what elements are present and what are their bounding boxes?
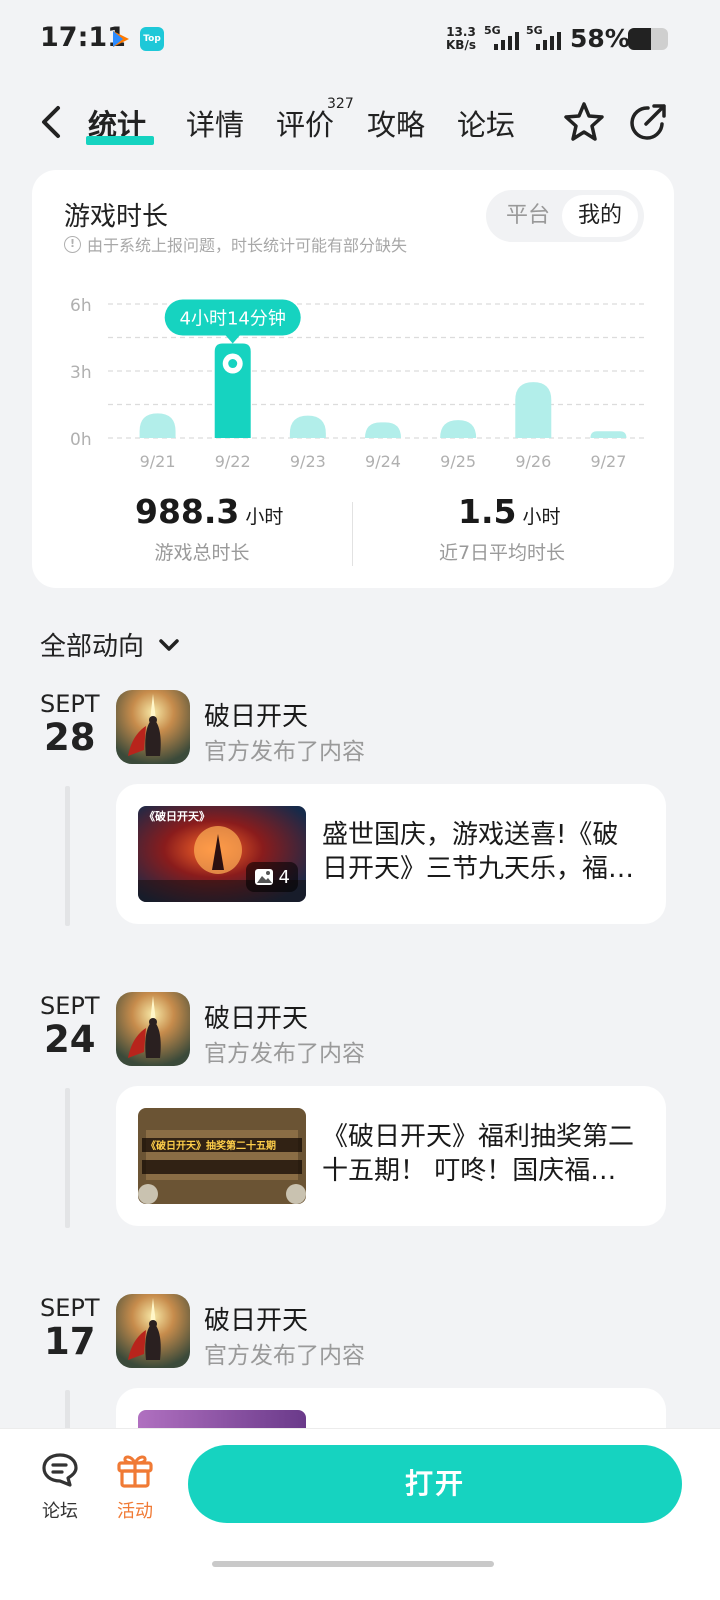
game-avatar[interactable] [116,690,190,764]
game-name[interactable]: 破日开天 [204,1300,308,1337]
post-title: 《破日开天》福利抽奖第二十五期！ 叮咚！国庆福利来袭 [322,1122,635,1186]
feed-date-month: SEPT [40,690,100,718]
timeline-line [65,786,70,926]
activity-button[interactable]: 活动 [105,1451,165,1523]
chart-xtick-label: 9/24 [365,452,401,470]
post-title: 盛世国庆，游戏送喜!《破日开天》三节九天乐，福利狂欢 [322,820,635,884]
share-icon[interactable] [626,100,670,144]
forum-label: 论坛 [42,1501,78,1522]
feed-date-month: SEPT [40,1294,100,1322]
post-thumbnail: 《破日开天》 4 [138,806,306,902]
chart-bar [515,382,552,438]
top-app-icon: Top [140,27,164,51]
chart-xtick-label: 9/22 [215,452,251,470]
chart-ytick-label: 0h [70,430,92,450]
signal-sim1-icon: 5G [484,24,519,50]
chart-xtick-label: 9/21 [140,452,176,470]
tab-active-indicator [86,136,154,145]
total-playtime: 988.3 小时 [135,492,284,531]
feed-filter-dropdown[interactable]: 全部动向 [40,626,182,663]
net-speed: 13.3 KB/s [446,25,476,52]
avg-playtime-label: 近7日平均时长 [438,542,566,564]
image-count-badge: 4 [245,862,298,892]
timeline-line [65,1088,70,1228]
tab-details[interactable]: 详情 [186,102,244,144]
tab-reviews[interactable]: 评价 [276,102,334,144]
activity-label: 活动 [117,1501,153,1522]
post-card[interactable]: 《破日开天》 4 盛世国庆，游戏送喜!《破日开天》三节九天乐，福利狂欢 [116,784,666,924]
tab-forum[interactable]: 论坛 [457,102,515,144]
app-notification-icon [113,31,129,47]
chart-xtick-label: 9/23 [290,452,326,470]
game-name[interactable]: 破日开天 [204,998,308,1035]
chart-xtick-label: 9/27 [590,452,626,470]
tab-guides[interactable]: 攻略 [367,102,425,144]
feed-action: 官方发布了内容 [204,1041,365,1067]
chart-ytick-label: 6h [70,296,92,316]
card-title: 游戏时长 [64,202,169,232]
status-bar: 17:11 Top 13.3 KB/s 5G 5G 58% [0,0,720,80]
svg-text:5G: 5G [526,24,543,37]
chart-xtick-label: 9/25 [440,452,476,470]
playtime-card: 游戏时长 ! 由于系统上报问题，时长统计可能有部分缺失 平台 我的 6h 3h 0h… [32,170,674,588]
back-arrow-icon[interactable] [36,102,68,142]
star-icon[interactable] [562,100,606,144]
post-thumbnail: 《破日开天》抽奖第二十五期 [138,1108,306,1204]
bottom-action-bar: 论坛 活动 打开 [0,1428,720,1600]
feed-action: 官方发布了内容 [204,1343,365,1369]
feed-date-day: 28 [44,716,96,759]
game-avatar[interactable] [116,1294,190,1368]
game-name[interactable]: 破日开天 [204,696,308,733]
svg-text:《破日开天》: 《破日开天》 [144,809,210,823]
forum-button[interactable]: 论坛 [30,1451,90,1523]
chart-tooltip-text: 4小时14分钟 [180,309,286,330]
image-icon [254,869,273,885]
source-segmented-control: 平台 我的 [486,190,644,242]
svg-text:《破日开天》抽奖第二十五期: 《破日开天》抽奖第二十五期 [146,1139,276,1152]
total-playtime-label: 游戏总时长 [154,542,250,564]
chart-highlight-marker-dot [228,359,238,369]
forum-chat-icon [42,1453,78,1487]
battery-icon [628,28,668,50]
chart-bar [440,420,477,438]
stat-divider [352,502,353,566]
battery-percent: 58% [570,24,630,53]
playtime-bar-chart: 6h 3h 0h 9/21 9/22 4小时14分钟 9/23 9/24 9/25 9/26 9/2… [70,296,644,470]
segment-platform[interactable]: 平台 [490,195,566,237]
segment-mine[interactable]: 我的 [562,195,638,237]
chart-bar [365,422,401,438]
top-nav: 统计 详情 评价 327 攻略 论坛 [0,92,720,152]
post-card[interactable]: 《破日开天》抽奖第二十五期 《破日开天》福利抽奖第二十五期！ 叮咚！国庆福利来袭 [116,1086,666,1226]
avg-playtime: 1.5 小时 [458,492,561,531]
chart-tooltip-pointer [225,335,240,344]
info-icon: ! [64,235,81,253]
feed-date-day: 24 [44,1018,96,1061]
chart-bar [289,415,326,438]
gift-icon [117,1455,153,1488]
feed-date-month: SEPT [40,992,100,1020]
feed-date-day: 17 [44,1320,96,1363]
game-avatar[interactable] [116,992,190,1066]
chart-xtick-label: 9/26 [515,452,551,470]
open-game-button[interactable]: 打开 [188,1445,682,1523]
signal-sim2-icon: 5G [526,24,561,50]
reviews-count-badge: 327 [327,96,354,112]
chart-bar [139,413,176,438]
chart-bar [590,431,627,438]
svg-text:5G: 5G [484,24,501,37]
home-indicator[interactable] [212,1561,494,1567]
card-note: ! 由于系统上报问题，时长统计可能有部分缺失 [64,232,407,256]
feed-action: 官方发布了内容 [204,739,365,765]
chevron-down-icon [159,638,179,651]
chart-ytick-label: 3h [70,363,92,383]
